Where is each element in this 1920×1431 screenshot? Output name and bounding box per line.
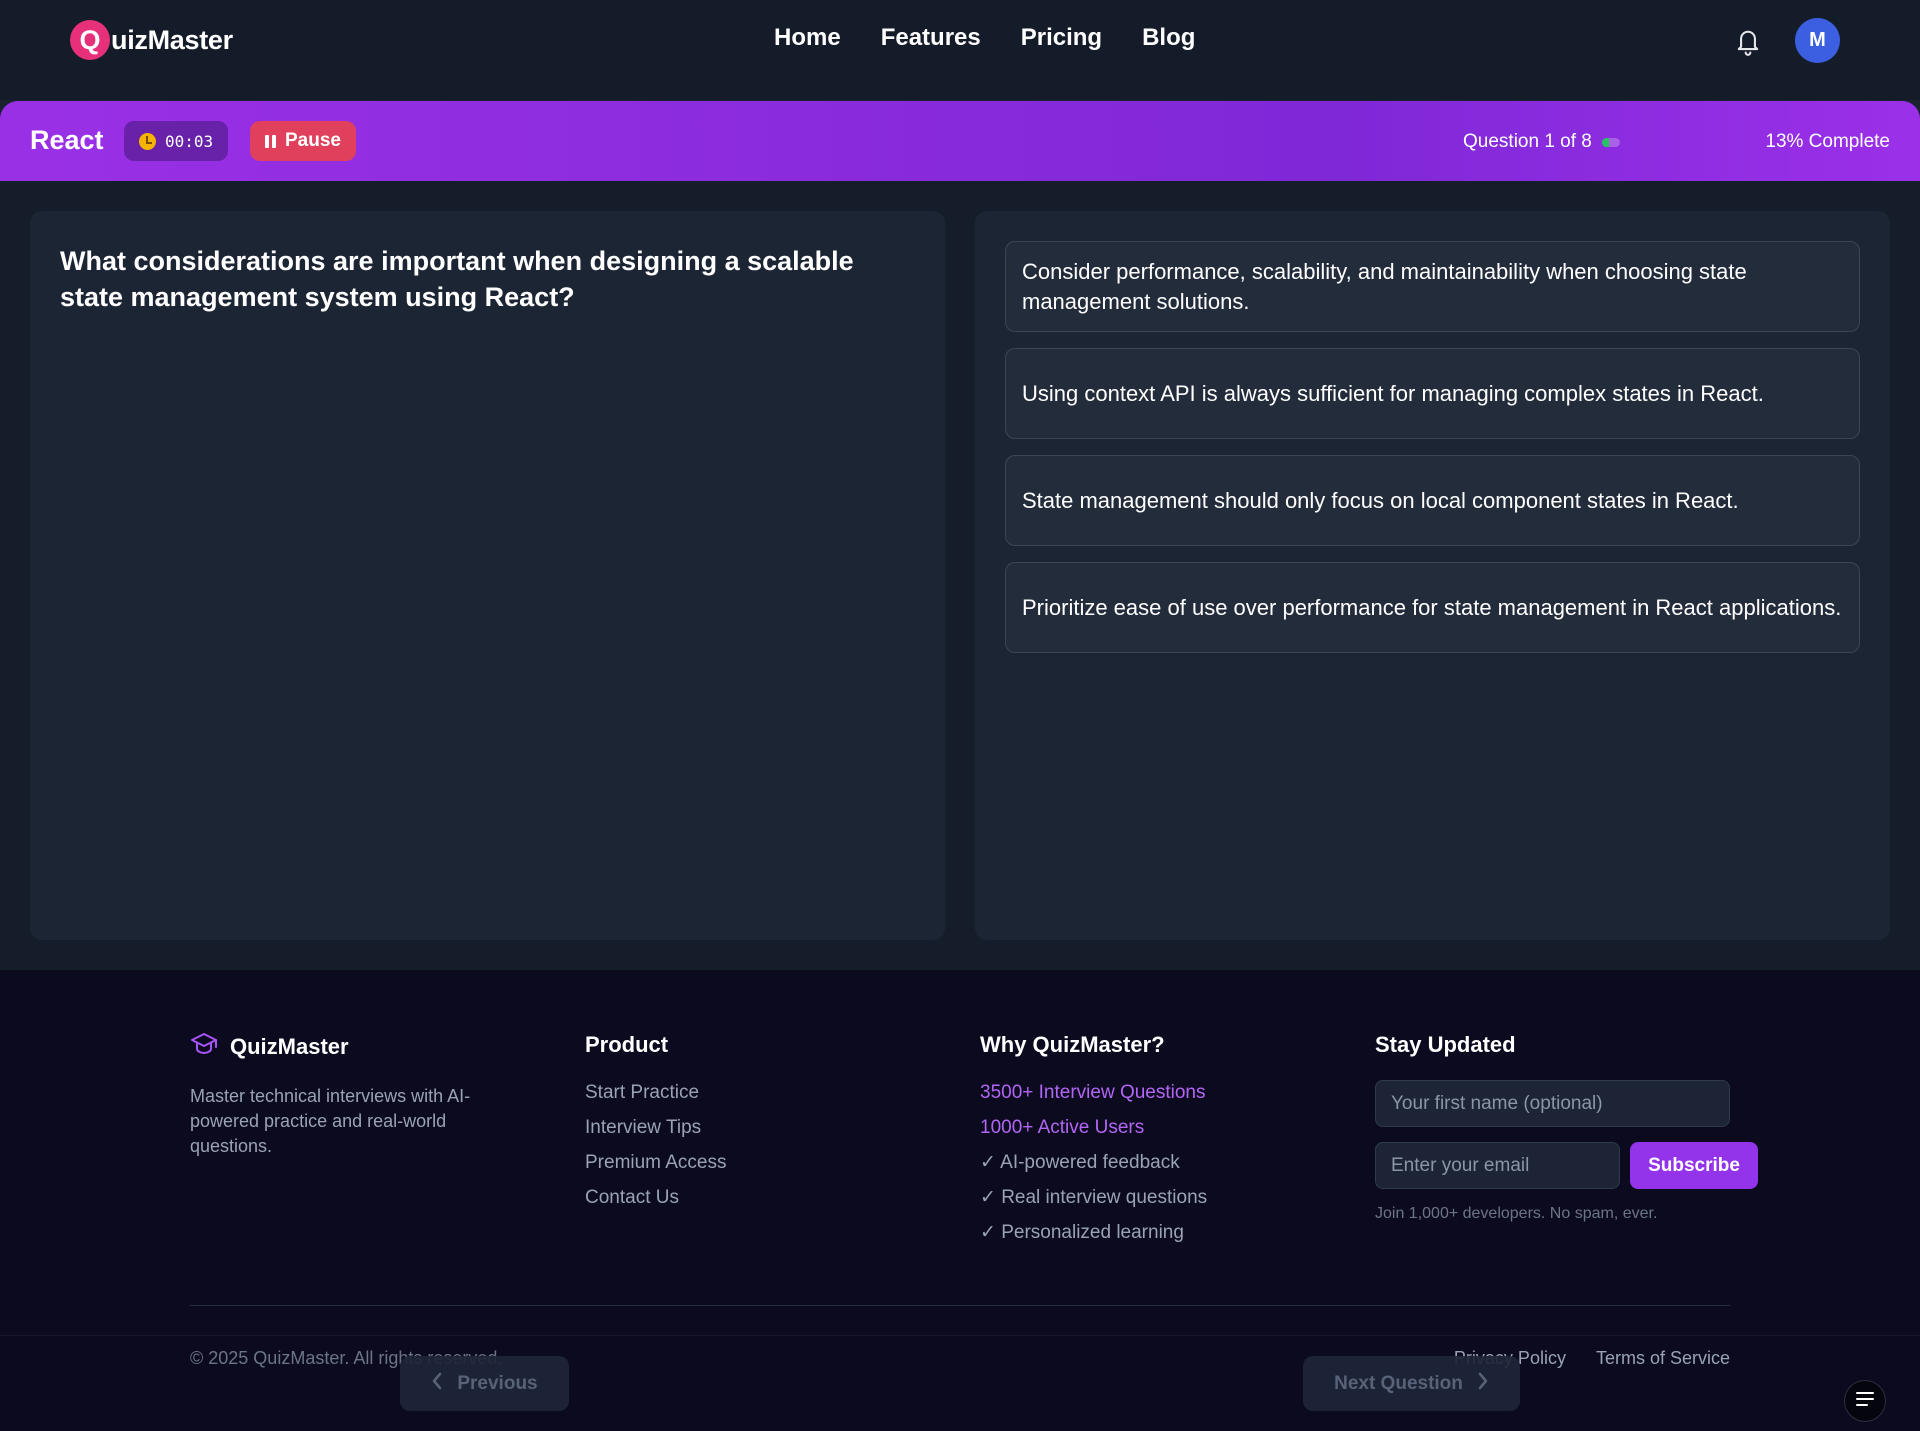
logo[interactable]: Q uizMaster xyxy=(70,20,233,60)
first-name-field[interactable] xyxy=(1375,1080,1730,1127)
footer-link-contact-us[interactable]: Contact Us xyxy=(585,1185,726,1220)
footer-brand-name: QuizMaster xyxy=(230,1034,349,1059)
answers-card: Consider performance, scalability, and m… xyxy=(975,211,1890,940)
answer-option[interactable]: Using context API is always sufficient f… xyxy=(1005,348,1860,439)
avatar[interactable]: M xyxy=(1795,18,1840,63)
nav-features[interactable]: Features xyxy=(881,24,981,52)
answer-option[interactable]: Consider performance, scalability, and m… xyxy=(1005,241,1860,332)
logo-mark: Q xyxy=(70,20,110,60)
footer-link-start-practice[interactable]: Start Practice xyxy=(585,1080,726,1115)
footer-product-title: Product xyxy=(585,1032,669,1057)
newsletter-note: Join 1,000+ developers. No spam, ever. xyxy=(1375,1205,1658,1222)
answer-option[interactable]: Prioritize ease of use over performance … xyxy=(1005,562,1860,653)
bell-icon[interactable] xyxy=(1734,26,1762,56)
footer-product-column: Product Start Practice Interview Tips Pr… xyxy=(585,1032,726,1220)
nav-blog[interactable]: Blog xyxy=(1142,24,1195,52)
menu-icon xyxy=(1855,1391,1875,1412)
footer-description: Master technical interviews with AI-powe… xyxy=(190,1086,471,1156)
progress-bar-fill xyxy=(1601,137,1609,147)
feature-item: ✓ Real interview questions xyxy=(980,1187,1208,1208)
footer-divider xyxy=(190,1305,1730,1306)
quiz-status-bar: React 00:03 Pause Question 1 of 8 13% Co… xyxy=(0,101,1920,181)
clock-icon xyxy=(139,132,156,150)
chevron-right-icon xyxy=(1477,1372,1489,1396)
footer-newsletter-column: Stay Updated Subscribe Join 1,000+ devel… xyxy=(1375,1032,1758,1223)
newsletter-title: Stay Updated xyxy=(1375,1032,1516,1057)
nav-pricing[interactable]: Pricing xyxy=(1021,24,1102,52)
footer-brand[interactable]: QuizMaster xyxy=(190,1032,510,1062)
graduation-cap-icon xyxy=(190,1032,218,1062)
top-navbar: Q uizMaster Home Features Pricing Blog M xyxy=(0,0,1920,100)
next-question-button[interactable]: Next Question xyxy=(1303,1356,1520,1411)
next-label: Next Question xyxy=(1334,1372,1463,1394)
quiz-topic: React xyxy=(30,125,104,155)
footer-brand-column: QuizMaster Master technical interviews w… xyxy=(190,1032,510,1159)
question-text: What considerations are important when d… xyxy=(60,246,854,312)
stat-questions: 3500+ Interview Questions xyxy=(980,1082,1206,1103)
progress-bar xyxy=(1601,137,1620,147)
previous-button[interactable]: Previous xyxy=(400,1356,569,1411)
main-nav: Home Features Pricing Blog xyxy=(774,24,1195,52)
pause-icon xyxy=(265,134,276,148)
chevron-left-icon xyxy=(431,1372,443,1396)
timer: 00:03 xyxy=(124,121,229,161)
completion-percent: 13% Complete xyxy=(1765,131,1890,152)
footer-why-column: Why QuizMaster? 3500+ Interview Question… xyxy=(980,1032,1207,1255)
email-field[interactable] xyxy=(1375,1142,1620,1189)
timer-value: 00:03 xyxy=(165,131,214,151)
footer: QuizMaster Master technical interviews w… xyxy=(0,970,1920,1431)
previous-label: Previous xyxy=(457,1372,538,1394)
answer-option[interactable]: State management should only focus on lo… xyxy=(1005,455,1860,546)
quiz-main: What considerations are important when d… xyxy=(0,181,1920,970)
subscribe-button[interactable]: Subscribe xyxy=(1630,1142,1758,1189)
footer-divider xyxy=(0,1335,1920,1336)
pause-button[interactable]: Pause xyxy=(250,121,356,161)
footer-link-premium-access[interactable]: Premium Access xyxy=(585,1150,726,1185)
logo-text: uizMaster xyxy=(111,24,233,55)
feature-item: ✓ Personalized learning xyxy=(980,1222,1184,1243)
question-progress-text: Question 1 of 8 xyxy=(1463,131,1592,152)
footer-link-interview-tips[interactable]: Interview Tips xyxy=(585,1115,726,1150)
menu-fab-button[interactable] xyxy=(1844,1380,1886,1422)
nav-home[interactable]: Home xyxy=(774,24,841,52)
stat-users: 1000+ Active Users xyxy=(980,1117,1145,1138)
footer-why-title: Why QuizMaster? xyxy=(980,1032,1165,1057)
question-progress: Question 1 of 8 xyxy=(1463,131,1620,153)
question-card: What considerations are important when d… xyxy=(30,211,945,940)
terms-of-service-link[interactable]: Terms of Service xyxy=(1596,1348,1730,1369)
pause-label: Pause xyxy=(285,130,341,151)
feature-item: ✓ AI-powered feedback xyxy=(980,1152,1180,1173)
